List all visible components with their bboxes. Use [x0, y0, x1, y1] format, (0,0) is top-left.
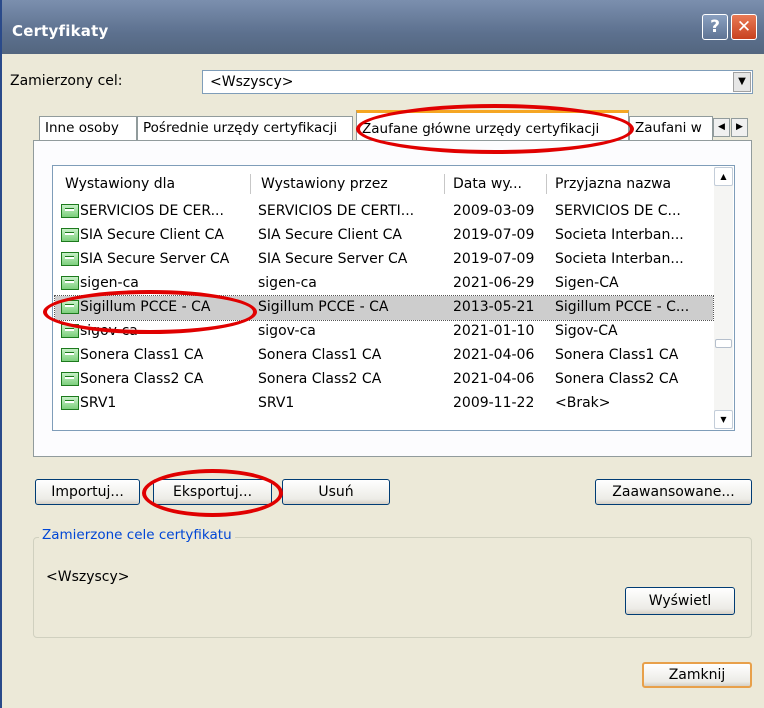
cell-issued-to: sigen-ca [80, 275, 139, 291]
cell-issued-by: sigov-ca [258, 323, 316, 339]
close-button[interactable]: Zamknij [642, 662, 752, 688]
cell-friendly-name: Sigen-CA [555, 275, 619, 291]
column-separator[interactable] [444, 174, 445, 194]
tab-intermediate-ca[interactable]: Pośrednie urzędy certyfikacji [137, 116, 353, 140]
advanced-button[interactable]: Zaawansowane... [595, 479, 752, 505]
cell-issued-to: SIA Secure Server CA [80, 251, 230, 267]
column-header-friendly-name[interactable]: Przyjazna nazwa [548, 170, 708, 198]
cell-friendly-name: Sonera Class2 CA [555, 371, 679, 387]
certificate-icon [61, 228, 79, 242]
title-bar: Certyfikaty ? ✕ [2, 0, 764, 54]
tab-trusted-publishers[interactable]: Zaufani w [629, 116, 713, 140]
tab-label: Inne osoby [45, 120, 119, 136]
cell-issued-by: SRV1 [258, 395, 295, 411]
cell-issued-by: SIA Secure Client CA [258, 227, 402, 243]
certificate-icon [61, 372, 79, 386]
cell-issued-to: Sonera Class1 CA [80, 347, 204, 363]
cell-issued-by: Sonera Class2 CA [258, 371, 382, 387]
scroll-thumb[interactable] [715, 339, 732, 348]
cell-issued-to: Sonera Class2 CA [80, 371, 204, 387]
tab-label: Zaufani w [635, 120, 702, 136]
annotation-circle-tab [356, 104, 634, 154]
table-row[interactable]: SIA Secure Client CA SIA Secure Client C… [55, 224, 713, 248]
tab-other-people[interactable]: Inne osoby [39, 116, 137, 140]
cell-issued-by: sigen-ca [258, 275, 317, 291]
import-button[interactable]: Importuj... [35, 479, 140, 505]
annotation-circle-export [142, 469, 283, 517]
scroll-down-icon[interactable]: ▼ [714, 410, 733, 429]
cell-date: 2009-03-09 [453, 203, 535, 219]
cell-date: 2021-01-10 [453, 323, 535, 339]
cell-date: 2021-06-29 [453, 275, 535, 291]
cell-friendly-name: Societa Interban... [555, 251, 684, 267]
tab-scroll-right-icon[interactable]: ▶ [731, 118, 748, 137]
scroll-up-icon[interactable]: ▲ [714, 167, 733, 186]
cell-date: 2019-07-09 [453, 227, 535, 243]
tab-scroll-left-icon[interactable]: ◀ [713, 118, 730, 137]
table-row[interactable]: SERVICIOS DE CER... SERVICIOS DE CERTI..… [55, 200, 713, 224]
purpose-value: <Wszyscy> [210, 74, 294, 90]
cell-date: 2021-04-06 [453, 371, 535, 387]
help-button[interactable]: ? [702, 14, 728, 40]
table-row[interactable]: Sonera Class1 CA Sonera Class1 CA 2021-0… [55, 344, 713, 368]
cell-issued-to: SIA Secure Client CA [80, 227, 224, 243]
table-row[interactable]: SIA Secure Server CA SIA Secure Server C… [55, 248, 713, 272]
cell-issued-to: SRV1 [80, 395, 117, 411]
cell-issued-to: SERVICIOS DE CER... [80, 203, 224, 219]
cell-friendly-name: Sigov-CA [555, 323, 618, 339]
column-separator[interactable] [250, 174, 251, 194]
table-row[interactable]: Sonera Class2 CA Sonera Class2 CA 2021-0… [55, 368, 713, 392]
column-separator[interactable] [546, 174, 547, 194]
certificate-purposes-title: Zamierzone cele certyfikatu [39, 527, 235, 543]
table-row[interactable]: SRV1 SRV1 2009-11-22 <Brak> [55, 392, 713, 416]
purpose-dropdown[interactable]: <Wszyscy> ▼ [202, 70, 753, 94]
purpose-label: Zamierzony cel: [10, 73, 123, 89]
cell-issued-by: SIA Secure Server CA [258, 251, 408, 267]
certificate-icon [61, 252, 79, 266]
cell-friendly-name: SERVICIOS DE C... [555, 203, 681, 219]
certificate-icon [61, 396, 79, 410]
window-title: Certyfikaty [12, 22, 109, 40]
cell-issued-by: Sonera Class1 CA [258, 347, 382, 363]
remove-button[interactable]: Usuń [282, 479, 390, 505]
cell-date: 2021-04-06 [453, 347, 535, 363]
chevron-down-icon[interactable]: ▼ [733, 72, 751, 92]
certificate-purposes-value: <Wszyscy> [46, 569, 130, 585]
cell-friendly-name: Sonera Class1 CA [555, 347, 679, 363]
cell-friendly-name: Societa Interban... [555, 227, 684, 243]
certificate-icon [61, 276, 79, 290]
column-header-expiration[interactable]: Data wy... [446, 170, 544, 198]
view-button[interactable]: Wyświetl [625, 587, 735, 615]
cell-friendly-name: <Brak> [555, 395, 611, 411]
vertical-scrollbar[interactable]: ▲ ▼ [714, 167, 733, 429]
cell-issued-by: Sigillum PCCE - CA [258, 299, 389, 315]
close-window-button[interactable]: ✕ [731, 14, 757, 40]
cell-date: 2013-05-21 [453, 299, 535, 315]
certificate-icon [61, 204, 79, 218]
certificate-icon [61, 348, 79, 362]
cell-issued-by: SERVICIOS DE CERTI... [258, 203, 415, 219]
column-header-issued-by[interactable]: Wystawiony przez [254, 170, 442, 198]
cell-friendly-name: Sigillum PCCE - C... [555, 299, 690, 315]
tab-label: Pośrednie urzędy certyfikacji [143, 120, 338, 136]
column-header-issued-to[interactable]: Wystawiony dla [58, 170, 250, 198]
cell-date: 2009-11-22 [453, 395, 535, 411]
annotation-circle-row [43, 290, 257, 334]
cell-date: 2019-07-09 [453, 251, 535, 267]
certificates-dialog: Certyfikaty ? ✕ Zamierzony cel: <Wszyscy… [0, 0, 764, 708]
